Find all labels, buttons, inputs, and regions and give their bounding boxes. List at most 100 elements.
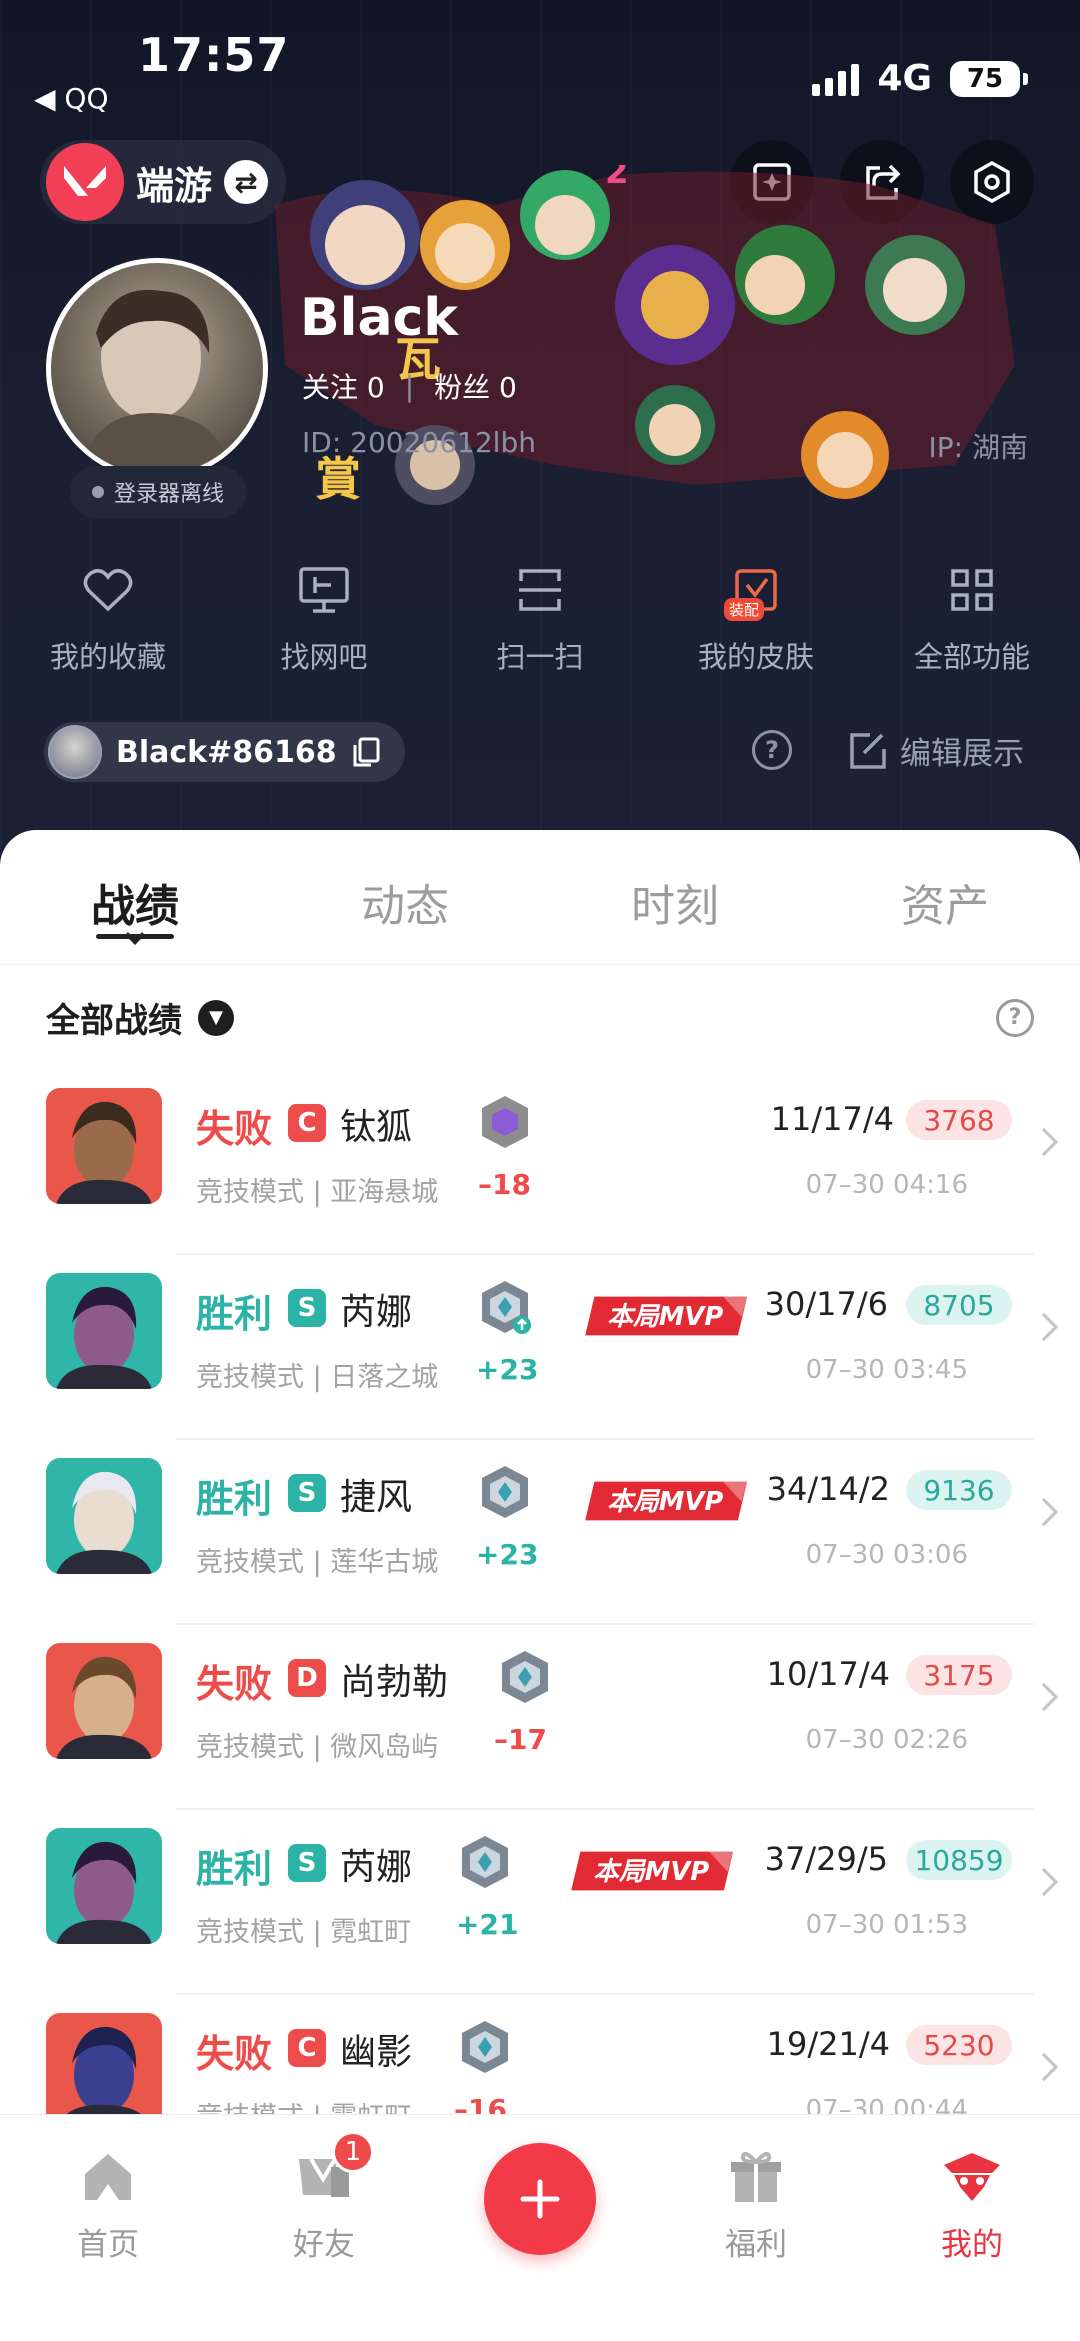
match-score: 3175 xyxy=(906,1655,1012,1695)
signal-icon xyxy=(812,62,860,96)
app-switcher[interactable]: 端游 ⇄ xyxy=(40,140,287,224)
svg-text:賞: 賞 xyxy=(315,452,361,505)
match-score: 5230 xyxy=(906,2025,1012,2065)
friends-icon: 1 xyxy=(292,2131,374,2209)
kda: 37/29/5 xyxy=(764,1840,888,1878)
mvp-badge-icon: 本局MVP xyxy=(585,1296,748,1336)
username: Black xyxy=(300,288,458,348)
nav-home[interactable]: 首页 xyxy=(0,2115,216,2341)
match-row[interactable]: 失败 C 幽影 竞技模式 | 霓虹町 –16 19/21/4 5230 07–30 00:44 xyxy=(0,1995,1080,2120)
rank-icon xyxy=(482,1281,531,1334)
skin-icon: 装配 xyxy=(724,560,786,621)
records-help-icon[interactable]: ? xyxy=(996,998,1034,1037)
quick-action-scan[interactable]: 扫一扫 xyxy=(432,560,648,676)
mvp-label: 本局MVP xyxy=(607,1487,723,1517)
match-score: 8705 xyxy=(906,1285,1012,1325)
chevron-right-icon xyxy=(1029,1682,1059,1712)
agent-portrait xyxy=(46,1458,162,1574)
valorant-logo-icon xyxy=(46,143,124,221)
match-result: 胜利 xyxy=(196,1477,273,1521)
nav-create[interactable] xyxy=(432,2115,648,2341)
plus-icon[interactable] xyxy=(484,2143,596,2255)
tab-feed[interactable]: 动态 xyxy=(270,830,540,964)
quick-action-label: 找网吧 xyxy=(280,640,368,674)
chevron-right-icon xyxy=(1029,1127,1059,1157)
offline-dot-icon xyxy=(92,486,104,498)
grade-badge: S xyxy=(288,1844,326,1882)
match-result: 胜利 xyxy=(196,1292,273,1336)
match-result: 胜利 xyxy=(196,1847,273,1891)
tab-records[interactable]: 战绩 xyxy=(0,830,270,964)
agent-portrait xyxy=(46,1088,162,1204)
quick-action-netcafe[interactable]: 找网吧 xyxy=(216,560,432,676)
profile-header: 17:57 ◀ QQ 4G 75 端游 ⇄ 瓦 2 賞 登录器离线 Black … xyxy=(0,0,1080,860)
quick-action-favorites[interactable]: 我的收藏 xyxy=(0,560,216,676)
match-result: 失败 xyxy=(196,1662,273,1706)
copy-icon[interactable] xyxy=(351,736,381,768)
back-to-app-link[interactable]: ◀ QQ xyxy=(34,82,109,115)
user-avatar[interactable] xyxy=(46,258,268,480)
heart-icon xyxy=(78,560,138,620)
filter-label: 全部战绩 xyxy=(46,1001,182,1041)
match-row[interactable]: 胜利 S 芮娜 竞技模式 | 日落之城 +23 本局MVP 30/17/6 8705 07–30… xyxy=(0,1255,1080,1440)
svg-text:2: 2 xyxy=(605,165,629,192)
match-row[interactable]: 胜利 S 捷风 竞技模式 | 莲华古城 +23 本局MVP 34/14/2 9136 07–30… xyxy=(0,1440,1080,1625)
match-time: 07–30 03:06 xyxy=(805,1540,968,1570)
agent-portrait xyxy=(46,1828,162,1944)
user-id: ID: 20020612lbh xyxy=(302,426,536,459)
quick-actions: 我的收藏 找网吧 扫一扫 装配 我的皮肤 全部功能 xyxy=(0,560,1080,676)
launcher-status-badge: 登录器离线 xyxy=(70,466,247,518)
match-list: 失败 C 钛狐 竞技模式 | 亚海悬城 –18 11/17/4 3768 07–30 04:1… xyxy=(0,1070,1080,2120)
chevron-down-icon: ▼ xyxy=(198,999,234,1036)
match-time: 07–30 04:16 xyxy=(805,1170,968,1200)
edit-showcase-button[interactable]: 编辑展示 xyxy=(848,728,1024,773)
scan-icon xyxy=(510,560,570,620)
grade-badge: C xyxy=(288,2029,326,2067)
quick-action-label: 我的皮肤 xyxy=(697,640,814,674)
riot-id-chip[interactable]: Black#86168 xyxy=(44,722,405,782)
follow-separator: | xyxy=(404,369,415,403)
agent-name: 幽影 xyxy=(340,2032,413,2073)
riot-avatar xyxy=(48,725,102,779)
rank-delta: +21 xyxy=(456,1908,519,1941)
match-mode: 竞技模式 | 微风岛屿 xyxy=(196,1732,439,1763)
quick-action-label: 扫一扫 xyxy=(496,640,584,674)
grade-badge: C xyxy=(288,1104,326,1142)
nav-me[interactable]: 我的 xyxy=(864,2115,1080,2341)
rank-icon xyxy=(462,1836,508,1888)
match-time: 07–30 02:26 xyxy=(805,1725,968,1755)
records-filter-dropdown[interactable]: 全部战绩 ▼ xyxy=(46,993,234,1042)
grade-badge: S xyxy=(288,1474,326,1512)
quick-action-all[interactable]: 全部功能 xyxy=(864,560,1080,676)
tab-moments[interactable]: 时刻 xyxy=(540,830,810,964)
match-row[interactable]: 失败 D 尚勃勒 竞技模式 | 微风岛屿 –17 10/17/4 3175 07–30 02:… xyxy=(0,1625,1080,1810)
chevron-right-icon xyxy=(1029,1497,1059,1527)
quick-action-skins[interactable]: 装配 我的皮肤 xyxy=(648,560,864,676)
tab-assets[interactable]: 资产 xyxy=(810,830,1080,964)
nav-label: 好友 xyxy=(293,2227,355,2263)
following-count[interactable]: 关注 0 xyxy=(302,366,385,406)
help-icon[interactable]: ? xyxy=(752,730,792,770)
gift-icon xyxy=(724,2145,788,2209)
match-row[interactable]: 失败 C 钛狐 竞技模式 | 亚海悬城 –18 11/17/4 3768 07–30 04:1… xyxy=(0,1070,1080,1255)
agent-name: 芮娜 xyxy=(340,1292,413,1333)
grid-icon xyxy=(942,560,1002,620)
kda: 10/17/4 xyxy=(766,1655,890,1693)
quick-action-label: 我的收藏 xyxy=(49,640,166,674)
match-mode: 竞技模式 | 日落之城 xyxy=(196,1362,439,1393)
home-icon xyxy=(76,2145,140,2209)
nav-friends[interactable]: 1 好友 xyxy=(216,2115,432,2341)
quick-action-label: 全部功能 xyxy=(913,640,1030,674)
grade-badge: S xyxy=(288,1289,326,1327)
edit-showcase-label: 编辑展示 xyxy=(900,736,1024,772)
rank-icon xyxy=(462,2021,508,2073)
match-score: 10859 xyxy=(906,1840,1012,1880)
status-indicators: 4G 75 xyxy=(812,58,1028,99)
agent-portrait xyxy=(46,2013,162,2120)
fans-count[interactable]: 粉丝 0 xyxy=(434,366,517,406)
app-name: 端游 xyxy=(136,163,213,208)
match-row[interactable]: 胜利 S 芮娜 竞技模式 | 霓虹町 +21 本局MVP 37/29/5 10859 07–30… xyxy=(0,1810,1080,1995)
status-time: 17:57 xyxy=(138,28,290,82)
records-filter-row: 全部战绩 ▼ ? xyxy=(0,965,1080,1070)
nav-benefits[interactable]: 福利 xyxy=(648,2115,864,2341)
